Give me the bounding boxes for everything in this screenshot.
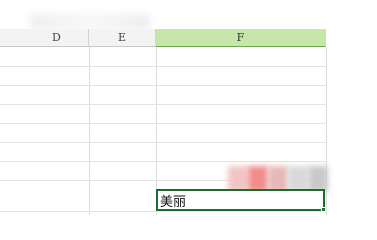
gridline-horizontal [0,104,326,105]
fill-handle[interactable] [321,207,326,212]
column-header-f-label: F [236,31,245,44]
gridline-horizontal [0,85,326,86]
gridline-horizontal [0,161,326,162]
column-header-e-label: E [117,31,127,44]
gridline-horizontal [0,123,326,124]
active-cell-f[interactable]: 美丽 [156,189,325,211]
column-header-d-label: D [52,31,61,44]
blurred-toolbar-area [30,14,150,30]
gridline-horizontal [0,142,326,143]
gridline-horizontal [0,66,326,67]
gridline-vertical [89,47,90,215]
column-header-e[interactable]: E [89,29,156,47]
column-header-d[interactable]: D [0,29,89,47]
active-cell-value: 美丽 [160,194,187,210]
column-header-row: D E F [0,29,330,47]
spreadsheet-grid: D E F 美丽 [0,0,377,238]
gridline-horizontal [0,211,326,212]
column-header-f[interactable]: F [156,29,326,47]
